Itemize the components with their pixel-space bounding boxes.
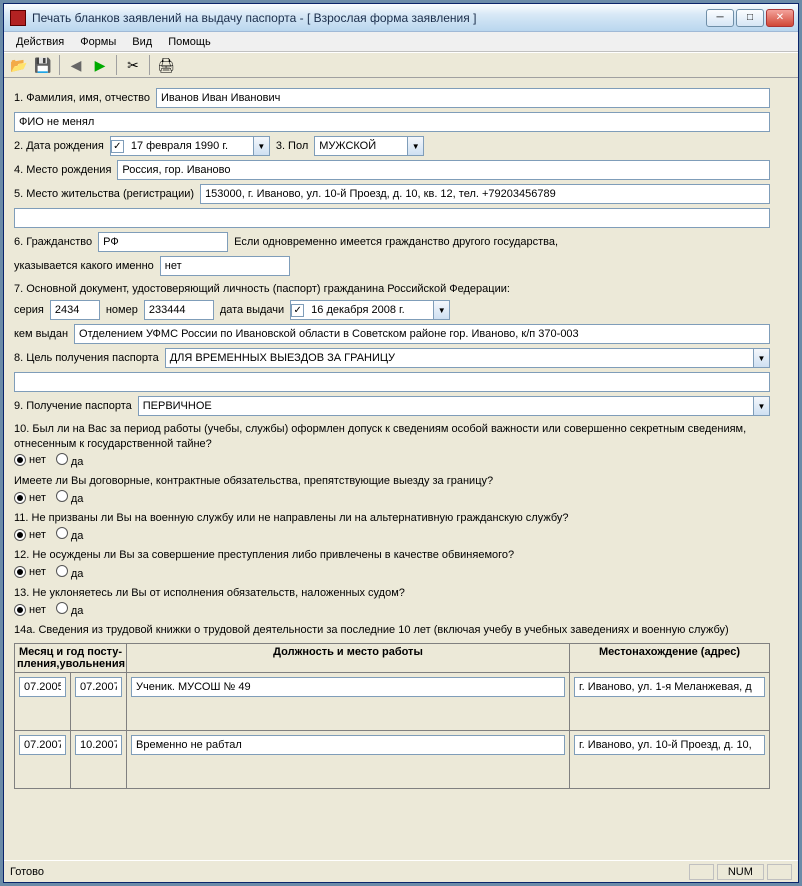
- menu-forms[interactable]: Формы: [72, 34, 124, 50]
- receipt-select[interactable]: ПЕРВИЧНОЕ ▼: [138, 396, 770, 416]
- main-window: Печать бланков заявлений на выдачу паспо…: [3, 3, 799, 883]
- label-dob: 2. Дата рождения: [14, 140, 104, 152]
- citizenship-input[interactable]: [98, 232, 228, 252]
- issue-date-select[interactable]: ✓ 16 декабря 2008 г. ▼: [290, 300, 450, 320]
- chevron-down-icon[interactable]: ▼: [407, 137, 423, 155]
- from-input[interactable]: [19, 677, 66, 697]
- series-input[interactable]: [50, 300, 100, 320]
- toolbar: 📂 💾 ◀ ▶ ✂ 🖨: [4, 52, 798, 78]
- q13-yes[interactable]: да: [56, 602, 84, 617]
- menu-help[interactable]: Помощь: [160, 34, 219, 50]
- label-q13: 13. Не уклоняетесь ли Вы от исполнения о…: [14, 586, 770, 600]
- address-input[interactable]: [200, 184, 770, 204]
- open-icon[interactable]: 📂: [8, 54, 30, 76]
- chevron-down-icon[interactable]: ▼: [753, 349, 769, 367]
- status-num: NUM: [717, 864, 764, 880]
- label-series: серия: [14, 304, 44, 316]
- fio-input[interactable]: [156, 88, 770, 108]
- th-dates: Месяц и год посту-пления,увольнения: [15, 644, 127, 673]
- separator: [116, 55, 117, 75]
- work-table: Месяц и год посту-пления,увольнения Долж…: [14, 643, 770, 789]
- label-receipt: 9. Получение паспорта: [14, 400, 132, 412]
- label-issued-by: кем выдан: [14, 328, 68, 340]
- label-number: номер: [106, 304, 138, 316]
- addr-input[interactable]: [574, 677, 765, 697]
- chevron-down-icon[interactable]: ▼: [433, 301, 449, 319]
- job-input[interactable]: [131, 735, 565, 755]
- q11-yes[interactable]: да: [56, 527, 84, 542]
- label-address: 5. Место жительства (регистрации): [14, 188, 194, 200]
- q10b-yes[interactable]: да: [56, 490, 84, 505]
- label-citizenship-c: указывается какого именно: [14, 260, 154, 272]
- q12-no[interactable]: нет: [14, 566, 46, 578]
- label-sex: 3. Пол: [276, 140, 308, 152]
- dob-checkbox[interactable]: ✓: [111, 140, 124, 153]
- save-icon[interactable]: 💾: [32, 54, 54, 76]
- menu-view[interactable]: Вид: [124, 34, 160, 50]
- purpose-select[interactable]: ДЛЯ ВРЕМЕННЫХ ВЫЕЗДОВ ЗА ГРАНИЦУ ▼: [165, 348, 770, 368]
- separator: [149, 55, 150, 75]
- chevron-down-icon[interactable]: ▼: [753, 397, 769, 415]
- chevron-down-icon[interactable]: ▼: [253, 137, 269, 155]
- titlebar: Печать бланков заявлений на выдачу паспо…: [4, 4, 798, 32]
- q11-no[interactable]: нет: [14, 529, 46, 541]
- prev-icon[interactable]: ◀: [65, 54, 87, 76]
- cut-icon[interactable]: ✂: [122, 54, 144, 76]
- label-q12: 12. Не осуждены ли Вы за совершение прес…: [14, 548, 770, 562]
- label-q10b: Имеете ли Вы договорные, контрактные обя…: [14, 474, 770, 488]
- menu-actions[interactable]: Действия: [8, 34, 72, 50]
- to-input[interactable]: [75, 735, 122, 755]
- statusbar: Готово NUM: [4, 860, 798, 882]
- label-doc: 7. Основной документ, удостоверяющий лич…: [14, 282, 770, 296]
- sex-select[interactable]: МУЖСКОЙ ▼: [314, 136, 424, 156]
- address-input-2[interactable]: [14, 208, 770, 228]
- close-button[interactable]: ✕: [766, 9, 794, 27]
- to-input[interactable]: [75, 677, 122, 697]
- q13-no[interactable]: нет: [14, 604, 46, 616]
- label-purpose: 8. Цель получения паспорта: [14, 352, 159, 364]
- q12-yes[interactable]: да: [56, 565, 84, 580]
- label-citizenship-b: Если одновременно имеется гражданство др…: [234, 236, 558, 248]
- q10-no[interactable]: нет: [14, 454, 46, 466]
- label-citizenship: 6. Гражданство: [14, 236, 92, 248]
- app-icon: [10, 10, 26, 26]
- purpose-extra-input[interactable]: [14, 372, 770, 392]
- print-icon[interactable]: 🖨: [155, 54, 177, 76]
- th-job: Должность и место работы: [127, 644, 570, 673]
- q10b-no[interactable]: нет: [14, 492, 46, 504]
- job-input[interactable]: [131, 677, 565, 697]
- number-input[interactable]: [144, 300, 214, 320]
- fio-unchanged-input[interactable]: [14, 112, 770, 132]
- other-citizenship-input[interactable]: [160, 256, 290, 276]
- status-ready: Готово: [10, 866, 44, 878]
- issued-by-input[interactable]: [74, 324, 770, 344]
- form-content: 1. Фамилия, имя, отчество 2. Дата рожден…: [4, 78, 798, 860]
- label-q10: 10. Был ли на Вас за период работы (учеб…: [14, 422, 770, 451]
- maximize-button[interactable]: □: [736, 9, 764, 27]
- minimize-button[interactable]: ─: [706, 9, 734, 27]
- menubar: Действия Формы Вид Помощь: [4, 32, 798, 52]
- label-issue-date: дата выдачи: [220, 304, 284, 316]
- q10-yes[interactable]: да: [56, 453, 84, 468]
- label-fio: 1. Фамилия, имя, отчество: [14, 92, 150, 104]
- separator: [59, 55, 60, 75]
- addr-input[interactable]: [574, 735, 765, 755]
- label-q14a: 14а. Сведения из трудовой книжки о трудо…: [14, 623, 770, 637]
- dob-select[interactable]: ✓ 17 февраля 1990 г. ▼: [110, 136, 270, 156]
- status-cell: [767, 864, 792, 880]
- birthplace-input[interactable]: [117, 160, 770, 180]
- issue-date-checkbox[interactable]: ✓: [291, 304, 304, 317]
- label-birthplace: 4. Место рождения: [14, 164, 111, 176]
- th-addr: Местонахождение (адрес): [570, 644, 770, 673]
- table-row: [15, 673, 770, 731]
- table-row: [15, 731, 770, 789]
- window-title: Печать бланков заявлений на выдачу паспо…: [32, 11, 706, 25]
- from-input[interactable]: [19, 735, 66, 755]
- status-cell: [689, 864, 714, 880]
- next-icon[interactable]: ▶: [89, 54, 111, 76]
- label-q11: 11. Не призваны ли Вы на военную службу …: [14, 511, 770, 525]
